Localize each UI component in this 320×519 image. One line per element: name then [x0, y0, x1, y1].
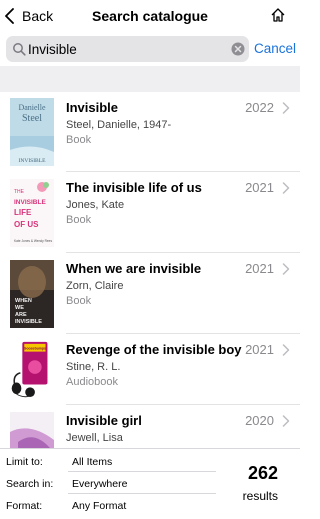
- cover-text: LIFE: [14, 208, 32, 217]
- list-item[interactable]: Invisible girl Jewell, Lisa 2020: [0, 405, 300, 448]
- list-item[interactable]: WHEN WE ARE INVISIBLE When we are invisi…: [0, 253, 300, 334]
- result-format: Book: [66, 214, 92, 226]
- limit-label: Limit to:: [6, 456, 43, 468]
- result-author: Jones, Kate: [66, 199, 125, 211]
- home-icon[interactable]: [270, 7, 286, 23]
- chevron-right-icon: [282, 344, 290, 356]
- cover-text: Steel: [22, 113, 42, 124]
- search-in-filter[interactable]: Search in: Everywhere: [6, 474, 216, 494]
- result-year: 2021: [245, 180, 274, 195]
- chevron-right-icon: [282, 415, 290, 427]
- result-author: Jewell, Lisa: [66, 432, 123, 444]
- chevron-right-icon: [282, 182, 290, 194]
- clear-icon[interactable]: [231, 42, 245, 56]
- cover-text: Goosebumps: [24, 347, 46, 351]
- result-count-label: results: [242, 489, 278, 503]
- result-author: Steel, Danielle, 1947-: [66, 119, 172, 131]
- page-title: Search catalogue: [92, 8, 208, 24]
- cover-text: OF US: [14, 220, 39, 229]
- result-count: 262: [247, 463, 278, 483]
- result-title: The invisible life of us: [66, 180, 202, 195]
- cover-text: THE: [14, 189, 25, 195]
- search-footer: Limit to: All Items Search in: Everywher…: [0, 448, 300, 519]
- results-list: Danielle Steel INVISIBLE Invisible Steel…: [0, 92, 300, 448]
- cancel-button[interactable]: Cancel: [254, 41, 296, 56]
- search-in-label: Search in:: [6, 478, 54, 490]
- result-title: When we are invisible: [66, 261, 202, 276]
- search-bar: Cancel: [0, 32, 300, 66]
- limit-filter[interactable]: Limit to: All Items: [6, 452, 216, 472]
- list-item[interactable]: Goosebumps Revenge of the invisible boy …: [0, 334, 300, 405]
- nav-bar: Back Search catalogue: [0, 0, 300, 32]
- result-author: Stine, R. L.: [66, 361, 121, 373]
- result-format: Book: [66, 295, 92, 307]
- chevron-right-icon: [282, 102, 290, 114]
- search-icon: [13, 43, 26, 56]
- cover-text: INVISIBLE: [15, 319, 42, 325]
- cover-text: Kate Jones & Wendy Rees: [14, 239, 52, 243]
- divider: [68, 493, 216, 494]
- result-title: Invisible: [66, 100, 119, 115]
- result-format: Book: [66, 134, 92, 146]
- cover-text: Danielle: [18, 103, 46, 112]
- format-filter[interactable]: Format: Any Format: [6, 496, 216, 516]
- result-year: 2021: [245, 261, 274, 276]
- cover-text: ARE: [15, 312, 27, 318]
- format-value: Any Format: [72, 500, 127, 512]
- book-cover-image: WHEN WE ARE INVISIBLE: [10, 260, 54, 328]
- result-title: Revenge of the invisible boy: [66, 342, 242, 357]
- book-cover-image: THE INVISIBLE LIFE OF US Kate Jones & We…: [10, 179, 54, 247]
- result-year: 2022: [245, 100, 274, 115]
- cover-text: WHEN: [15, 298, 32, 304]
- book-cover-image: Danielle Steel INVISIBLE: [10, 98, 54, 166]
- chevron-right-icon: [282, 263, 290, 275]
- audiobook-cover-image: Goosebumps: [11, 341, 48, 398]
- result-year: 2021: [245, 342, 274, 357]
- search-in-value: Everywhere: [72, 478, 128, 490]
- search-input[interactable]: [28, 39, 218, 59]
- cover-text: INVISIBLE: [19, 158, 47, 164]
- cover-text: WE: [15, 305, 24, 311]
- result-format: Audiobook: [66, 376, 118, 388]
- divider: [68, 471, 216, 472]
- list-item[interactable]: THE INVISIBLE LIFE OF US Kate Jones & We…: [0, 172, 300, 253]
- result-year: 2020: [245, 413, 274, 428]
- format-label: Format:: [6, 500, 43, 512]
- list-item[interactable]: Danielle Steel INVISIBLE Invisible Steel…: [0, 92, 300, 172]
- search-field[interactable]: [6, 36, 249, 62]
- cover-text: INVISIBLE: [14, 199, 46, 206]
- result-title: Invisible girl: [66, 413, 142, 428]
- limit-value: All Items: [72, 456, 113, 468]
- section-separator: [0, 66, 300, 92]
- result-author: Zorn, Claire: [66, 280, 124, 292]
- book-cover-image: [10, 412, 54, 448]
